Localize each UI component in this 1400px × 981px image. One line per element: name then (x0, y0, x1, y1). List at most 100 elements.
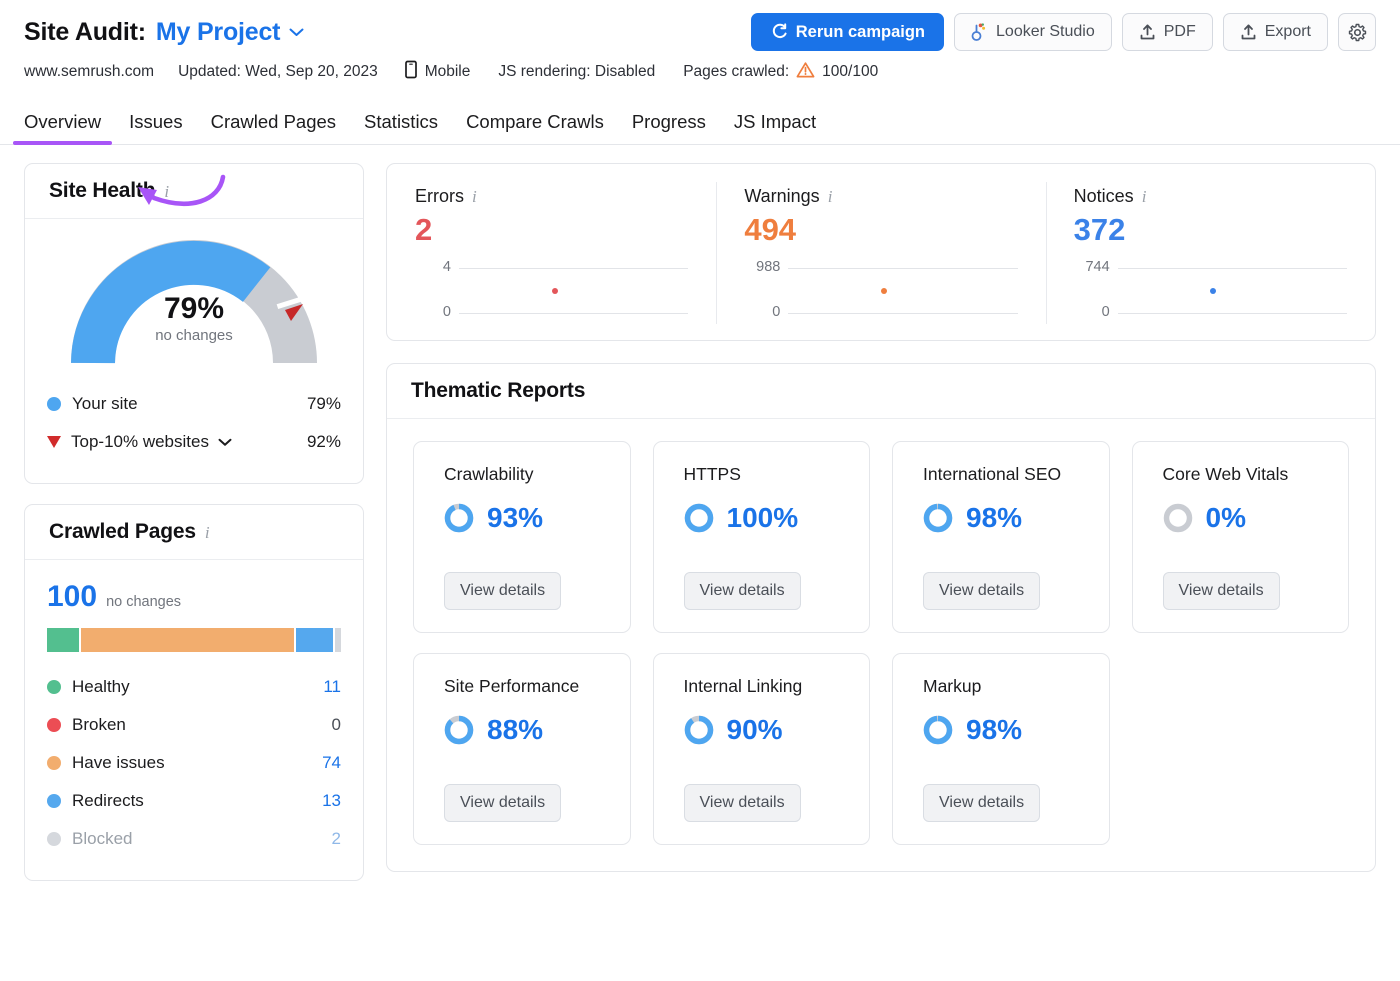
thematic-card-site-performance[interactable]: Site Performance 88% View details (413, 653, 631, 845)
progress-ring-icon (1163, 503, 1193, 533)
thematic-card-core-web-vitals[interactable]: Core Web Vitals 0% View details (1132, 441, 1350, 633)
metric-value: 2 (415, 213, 688, 247)
thematic-card-https[interactable]: HTTPS100%View details (653, 441, 871, 633)
view-details-button[interactable]: View details (684, 784, 801, 822)
sparkline-data-point (552, 288, 558, 294)
crawled-pages-title: Crawled Pages (49, 520, 196, 544)
crawled-pages-legend-row[interactable]: Healthy11 (47, 668, 341, 706)
rerun-campaign-button[interactable]: Rerun campaign (751, 13, 944, 51)
project-name-link[interactable]: My Project (156, 18, 280, 47)
gear-icon (1348, 23, 1367, 42)
view-details-button[interactable]: View details (444, 572, 561, 610)
thematic-card-score: 98% (923, 502, 1085, 534)
domain-label: www.semrush.com (24, 63, 154, 81)
pages-crawled: Pages crawled: 100/100 (683, 61, 878, 84)
sparkline-max-label: 988 (744, 259, 780, 275)
right-column: Errorsi240Warningsi4949880Noticesi372744… (386, 163, 1376, 881)
crawled-pages-legend: Healthy11Broken0Have issues74Redirects13… (47, 668, 341, 858)
info-icon[interactable]: i (1142, 188, 1147, 205)
bar-segment-have-issues (81, 628, 294, 652)
view-details-button[interactable]: View details (444, 784, 561, 822)
js-rendering-label: JS rendering: Disabled (498, 63, 655, 81)
thematic-card-score: 0% (1163, 502, 1325, 534)
view-details-button[interactable]: View details (923, 784, 1040, 822)
tab-progress[interactable]: Progress (632, 111, 706, 144)
site-health-header: Site Health i (25, 164, 363, 219)
tab-compare-crawls[interactable]: Compare Crawls (466, 111, 604, 144)
legend-dot-icon (47, 794, 61, 808)
updated-label: Updated: Wed, Sep 20, 2023 (178, 63, 378, 81)
legend-row-top10-websites[interactable]: Top-10% websites 92% (47, 423, 341, 461)
crawled-pages-header: Crawled Pages i (25, 505, 363, 560)
legend-dot-icon (47, 397, 61, 411)
thematic-card-title: Markup (923, 676, 1085, 697)
looker-studio-icon (971, 23, 988, 41)
pdf-export-button[interactable]: PDF (1122, 13, 1213, 51)
rerun-campaign-label: Rerun campaign (796, 23, 925, 42)
settings-button[interactable] (1338, 13, 1376, 51)
tab-js-impact[interactable]: JS Impact (734, 111, 816, 144)
metric-label: Warnings (744, 186, 819, 207)
legend-label: Top-10% websites (71, 432, 209, 452)
tab-issues[interactable]: Issues (129, 111, 182, 144)
info-icon[interactable]: i (472, 188, 477, 205)
site-health-gauge: 79% no changes (25, 219, 363, 379)
view-details-button[interactable]: View details (684, 572, 801, 610)
legend-value: 74 (315, 753, 341, 773)
view-details-button[interactable]: View details (923, 572, 1040, 610)
looker-studio-button[interactable]: Looker Studio (954, 13, 1112, 51)
thematic-card-markup[interactable]: Markup98%View details (892, 653, 1110, 845)
metric-label: Errors (415, 186, 464, 207)
metric-value: 372 (1074, 213, 1347, 247)
thematic-card-international-seo[interactable]: International SEO98%View details (892, 441, 1110, 633)
thematic-card-title: Crawlability (444, 464, 606, 485)
page-body: Site Health i (0, 145, 1400, 881)
header-meta-row: www.semrush.com Updated: Wed, Sep 20, 20… (24, 54, 1376, 90)
crawled-pages-change: no changes (106, 594, 181, 610)
thematic-card-title: Site Performance (444, 676, 606, 697)
info-icon[interactable]: i (828, 188, 833, 205)
sparkline-gridline (459, 313, 688, 314)
crawled-pages-legend-row[interactable]: Blocked2 (47, 820, 341, 858)
thematic-card-percent: 88% (487, 714, 543, 746)
progress-ring-icon (923, 503, 953, 533)
view-details-button[interactable]: View details (1163, 572, 1280, 610)
legend-row-your-site: Your site 79% (47, 385, 341, 423)
bar-segment-blocked (335, 628, 341, 652)
sparkline-gridline (1118, 313, 1347, 314)
sparkline-min-label: 0 (1074, 304, 1110, 320)
crawled-pages-total: 100 (47, 580, 97, 614)
info-icon[interactable]: i (205, 524, 210, 541)
progress-ring-icon (444, 503, 474, 533)
chevron-down-icon[interactable] (289, 28, 304, 37)
legend-value: 79% (307, 394, 341, 414)
info-icon[interactable]: i (164, 183, 169, 200)
metric-sparkline: 40 (415, 260, 688, 322)
chevron-down-icon[interactable] (218, 438, 232, 447)
thematic-card-score: 90% (684, 714, 846, 746)
tab-overview[interactable]: Overview (24, 111, 101, 144)
crawled-pages-legend-row[interactable]: Have issues74 (47, 744, 341, 782)
export-button[interactable]: Export (1223, 13, 1328, 51)
metric-warnings: Warningsi4949880 (716, 186, 1045, 322)
crawled-pages-legend-row[interactable]: Redirects13 (47, 782, 341, 820)
legend-value: 0 (315, 715, 341, 735)
metric-header: Errorsi (415, 186, 688, 207)
tab-statistics[interactable]: Statistics (364, 111, 438, 144)
thematic-card-score: 88% (444, 714, 606, 746)
legend-value: 13 (315, 791, 341, 811)
thematic-card-internal-linking[interactable]: Internal Linking90%View details (653, 653, 871, 845)
sparkline-max-label: 744 (1074, 259, 1110, 275)
sparkline-min-label: 0 (744, 304, 780, 320)
tab-bar-divider (0, 144, 1400, 145)
thematic-card-title: HTTPS (684, 464, 846, 485)
pages-crawled-label: Pages crawled: (683, 63, 789, 81)
crawled-pages-legend-row[interactable]: Broken0 (47, 706, 341, 744)
sparkline-max-label: 4 (415, 259, 451, 275)
thematic-card-title: Core Web Vitals (1163, 464, 1325, 485)
thematic-card-percent: 0% (1206, 502, 1246, 534)
tab-crawled-pages[interactable]: Crawled Pages (211, 111, 336, 144)
metric-label: Notices (1074, 186, 1134, 207)
thematic-reports-header: Thematic Reports (387, 364, 1375, 419)
thematic-card-crawlability[interactable]: Crawlability93%View details (413, 441, 631, 633)
